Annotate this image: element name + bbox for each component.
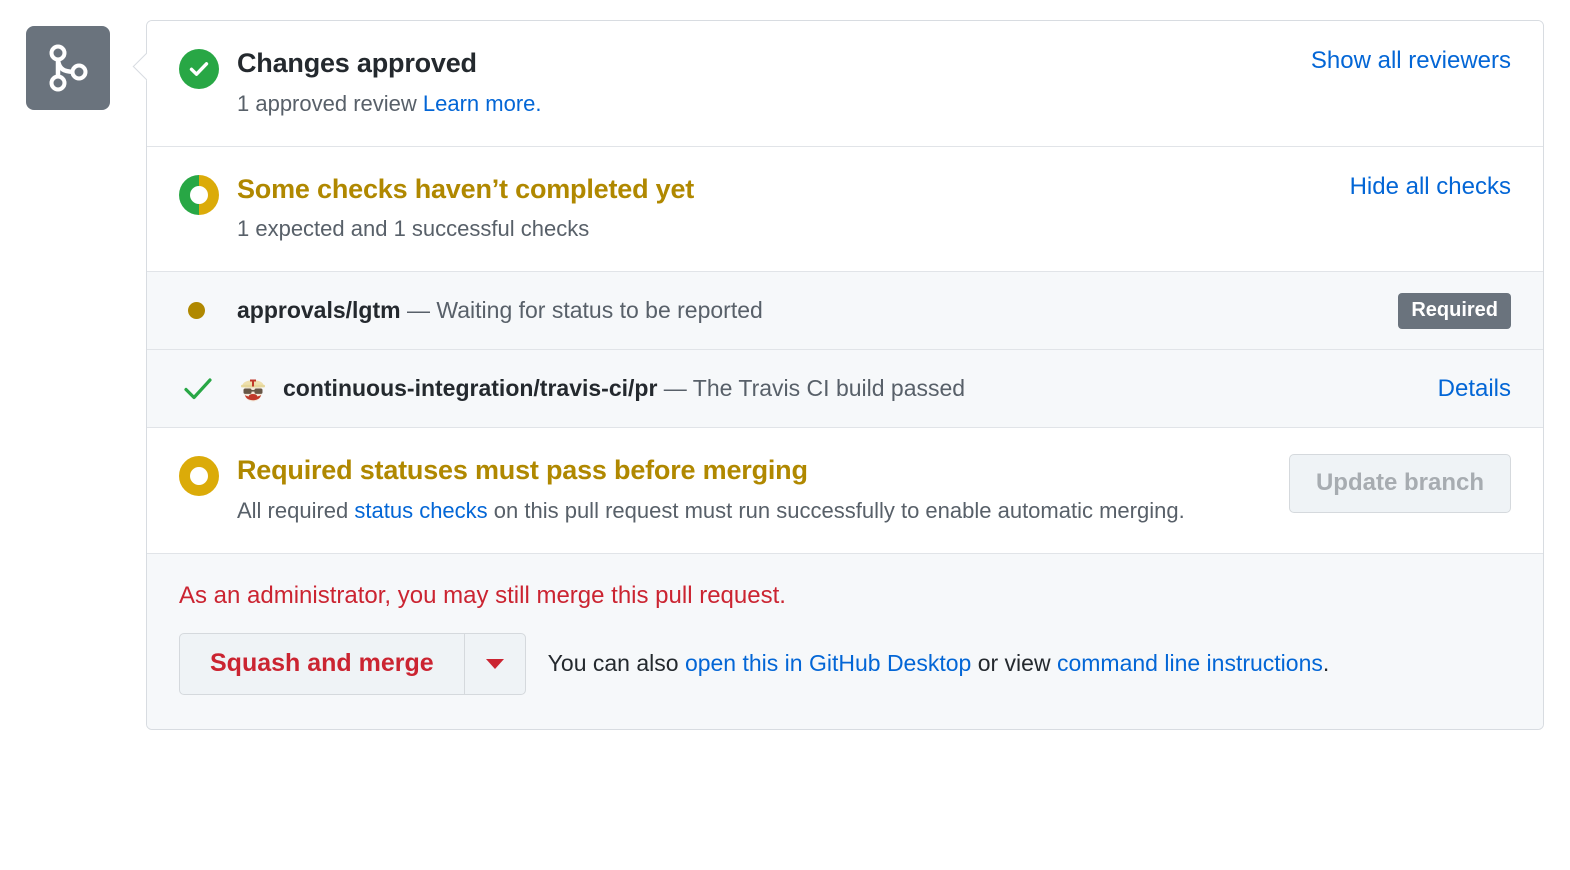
check-status-icon-wrap <box>179 302 237 319</box>
show-all-reviewers-link[interactable]: Show all reviewers <box>1311 47 1511 75</box>
review-status-heading: Changes approved <box>237 47 1293 81</box>
check-description: Waiting for status to be reported <box>436 297 762 323</box>
checks-summary-body: Some checks haven’t completed yet 1 expe… <box>237 173 1332 246</box>
checks-summary-icon-wrap <box>179 173 237 215</box>
check-mark-icon <box>183 376 213 402</box>
merge-hint-prefix: You can also <box>548 650 685 676</box>
required-statuses-text-prefix: All required <box>237 498 354 523</box>
check-row[interactable]: continuous-integration/travis-ci/pr — Th… <box>147 350 1543 428</box>
review-status-body: Changes approved 1 approved review Learn… <box>237 47 1293 120</box>
checks-summary-section: Some checks haven’t completed yet 1 expe… <box>147 147 1543 273</box>
merge-hint-text: You can also open this in GitHub Desktop… <box>548 649 1330 679</box>
required-statuses-text-suffix: on this pull request must run successful… <box>488 498 1185 523</box>
check-row-text: approvals/lgtm — Waiting for status to b… <box>237 296 1380 326</box>
merge-hint-suffix: . <box>1323 650 1329 676</box>
check-dash: — <box>401 297 437 323</box>
checks-summary-heading: Some checks haven’t completed yet <box>237 173 1332 207</box>
review-status-action: Show all reviewers <box>1293 47 1511 75</box>
check-row-right: Details <box>1420 375 1511 403</box>
required-statuses-body: Required statuses must pass before mergi… <box>237 454 1271 527</box>
check-name: continuous-integration/travis-ci/pr <box>283 375 657 401</box>
check-row[interactable]: approvals/lgtm — Waiting for status to b… <box>147 272 1543 350</box>
squash-and-merge-button[interactable]: Squash and merge <box>180 634 465 694</box>
check-details-link[interactable]: Details <box>1438 375 1511 403</box>
merge-method-dropdown-button[interactable] <box>465 634 525 694</box>
panel-notch <box>131 50 147 82</box>
git-merge-icon <box>26 26 110 110</box>
check-name: approvals/lgtm <box>237 297 401 323</box>
required-statuses-heading: Required statuses must pass before mergi… <box>237 454 1271 488</box>
half-donut-icon <box>179 175 219 215</box>
hide-all-checks-link[interactable]: Hide all checks <box>1350 173 1511 201</box>
required-statuses-icon-wrap <box>179 454 237 496</box>
merge-hint-middle: or view <box>971 650 1057 676</box>
check-row-text: continuous-integration/travis-ci/pr — Th… <box>283 374 1420 404</box>
pending-dot-icon <box>188 302 205 319</box>
review-status-sub-text: 1 approved review <box>237 91 423 116</box>
required-statuses-text: All required status checks on this pull … <box>237 495 1227 527</box>
chevron-down-icon <box>486 659 504 669</box>
review-status-icon-wrap <box>179 47 237 89</box>
command-line-instructions-link[interactable]: command line instructions <box>1057 650 1323 676</box>
merge-status-panel: Changes approved 1 approved review Learn… <box>146 20 1544 730</box>
learn-more-link[interactable]: Learn more. <box>423 91 542 116</box>
review-status-section: Changes approved 1 approved review Learn… <box>147 21 1543 147</box>
merge-button-group: Squash and merge <box>179 633 526 695</box>
admin-merge-note: As an administrator, you may still merge… <box>179 580 1511 611</box>
checks-summary-action: Hide all checks <box>1332 173 1511 201</box>
status-badge: Required <box>1398 293 1511 329</box>
check-dash: — <box>657 375 692 401</box>
required-statuses-section: Required statuses must pass before mergi… <box>147 428 1543 554</box>
merge-actions-row: Squash and merge You can also open this … <box>179 633 1511 695</box>
travis-ci-avatar <box>237 373 269 405</box>
pull-request-merge-box: Changes approved 1 approved review Learn… <box>0 0 1570 870</box>
status-checks-link[interactable]: status checks <box>354 498 487 523</box>
check-status-icon-wrap <box>179 376 237 402</box>
update-branch-button[interactable]: Update branch <box>1289 454 1511 512</box>
check-row-right: Required <box>1380 293 1511 329</box>
check-circle-icon <box>179 49 219 89</box>
check-description: The Travis CI build passed <box>693 375 965 401</box>
review-status-sub: 1 approved review Learn more. <box>237 88 1293 120</box>
required-statuses-action: Update branch <box>1271 454 1511 512</box>
checks-summary-sub: 1 expected and 1 successful checks <box>237 213 1332 245</box>
merge-footer: As an administrator, you may still merge… <box>147 554 1543 729</box>
warning-ring-icon <box>179 456 219 496</box>
open-in-github-desktop-link[interactable]: open this in GitHub Desktop <box>685 650 971 676</box>
